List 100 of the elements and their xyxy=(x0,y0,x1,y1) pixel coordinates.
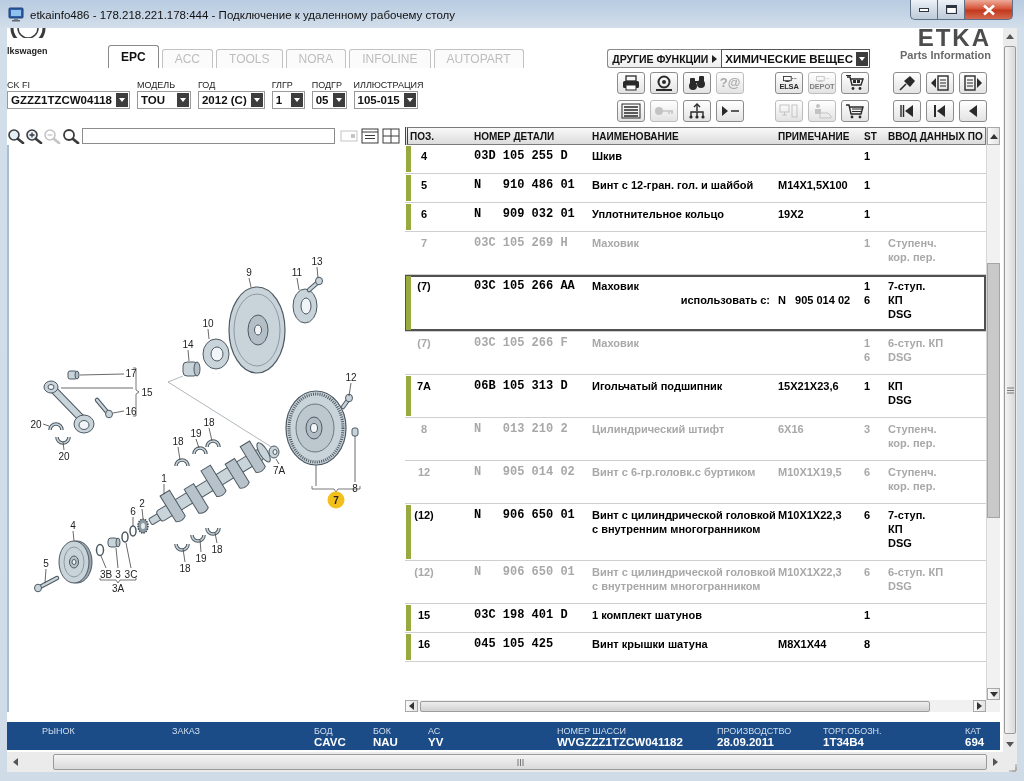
input-field[interactable] xyxy=(82,128,335,144)
toolbar-button[interactable] xyxy=(683,100,711,122)
table-row[interactable]: 6 N 909 032 01 Уплотнительное кольцо 19X2 1 xyxy=(405,203,986,232)
search-icon[interactable] xyxy=(62,128,80,144)
toolbar-button[interactable] xyxy=(716,100,744,122)
maximize-icon xyxy=(945,5,957,14)
window-icon[interactable] xyxy=(361,128,379,144)
callout-number[interactable]: 15 xyxy=(141,386,153,398)
model-code: Ступенч. xyxy=(888,422,938,436)
dropdown[interactable]: GZZZ1TZCW04118 xyxy=(7,91,130,109)
part-number: 03D 105 255 D xyxy=(474,149,569,163)
bushing xyxy=(107,537,121,548)
table-row[interactable]: (12) N 906 650 01 Винт с цилиндрической головкой с внутренним многогранником M10X1X22,3 6 7-ступ. КП DSG xyxy=(405,504,986,561)
dropdown[interactable]: TOU xyxy=(136,91,191,109)
scrollbar-thumb[interactable] xyxy=(53,754,987,770)
callout-number[interactable]: 7 xyxy=(327,491,345,509)
table-row[interactable]: 7A 06B 105 313 D Игольчатый подшипник 15X21X23,6 1 КП DSG xyxy=(405,375,986,418)
callout-number[interactable]: 6 xyxy=(130,505,136,517)
scrollbar-thumb[interactable] xyxy=(987,263,1000,518)
callout-number[interactable]: 12 xyxy=(345,371,357,383)
person-icon xyxy=(812,103,832,119)
callout-number[interactable]: 17 xyxy=(125,367,137,379)
toolbar-button[interactable] xyxy=(926,100,954,122)
toolbar-button[interactable] xyxy=(683,72,711,94)
dropdown[interactable]: 2012 (C) xyxy=(197,91,265,109)
callout-number[interactable]: 1 xyxy=(161,472,167,484)
part-name: Шкив xyxy=(592,149,624,163)
scrollbar-thumb[interactable] xyxy=(1004,46,1016,734)
callout-number[interactable]: 5 xyxy=(43,557,49,569)
callout-number[interactable]: 16 xyxy=(125,405,137,417)
row-marker-icon xyxy=(406,204,411,230)
table-row[interactable]: 5 N 910 486 01 Винт с 12-гран. гол. и шайбой M14X1,5X100 1 xyxy=(405,174,986,203)
toolbar-button[interactable] xyxy=(617,72,645,94)
scroll-down-button[interactable] xyxy=(987,688,1000,700)
table-row[interactable]: 15 03C 198 401 D 1 комплект шатунов 1 xyxy=(405,604,986,633)
callout-number[interactable]: 10 xyxy=(202,317,214,329)
leader-line xyxy=(141,508,144,519)
toolbar-button[interactable] xyxy=(650,72,678,94)
table-row[interactable]: 16 045 105 425 Винт крышки шатуна M8X1X44 8 xyxy=(405,633,986,662)
toolbar-button[interactable] xyxy=(617,100,645,122)
close-button[interactable] xyxy=(964,0,1013,20)
scroll-up-button[interactable] xyxy=(987,127,1000,145)
callout-number[interactable]: 14 xyxy=(182,338,194,350)
callout-number[interactable]: 11 xyxy=(291,266,303,278)
callout-number[interactable]: 7A xyxy=(272,464,286,476)
zoom-in-icon[interactable] xyxy=(25,128,43,144)
toolbar-button[interactable] xyxy=(893,72,921,94)
callout-number[interactable]: 20 xyxy=(58,450,70,462)
scroll-left-button[interactable] xyxy=(405,700,418,712)
magnifier-icon[interactable] xyxy=(7,128,25,144)
dropdown[interactable]: 1 xyxy=(271,91,305,109)
callout-number[interactable]: 4 xyxy=(70,519,76,531)
callout-number[interactable]: 9 xyxy=(246,266,252,278)
part-note: M8X1X44 xyxy=(778,637,828,651)
quantity: 1 xyxy=(864,336,872,350)
toolbar-button[interactable] xyxy=(959,72,987,94)
minimize-button[interactable] xyxy=(910,0,937,20)
leader-line xyxy=(248,277,252,288)
menu-button[interactable]: ДРУГИЕ ФУНКЦИИ xyxy=(607,49,722,68)
scrollbar[interactable] xyxy=(1003,28,1017,752)
field-label: ЗАКАЗ xyxy=(172,726,202,736)
toolbar-button[interactable] xyxy=(926,72,954,94)
callout-number[interactable]: 8 xyxy=(352,482,358,494)
toolbar-button[interactable] xyxy=(959,100,987,122)
callout-number[interactable]: 3C xyxy=(124,568,138,580)
position-number: 6 xyxy=(419,207,429,222)
close-icon xyxy=(981,3,996,16)
toolbar-button[interactable] xyxy=(841,72,869,94)
scrollbar[interactable] xyxy=(7,752,1003,772)
triangle-down-icon xyxy=(989,691,998,697)
dropdown[interactable]: ХИМИЧЕСКИЕ ВЕЩЕС xyxy=(721,49,870,68)
part-note: 6X16 xyxy=(778,422,805,436)
callout-number[interactable]: 19 xyxy=(190,427,202,439)
callout-number[interactable]: 13 xyxy=(311,255,323,267)
callout-number[interactable]: 2 xyxy=(139,497,145,509)
scroll-right-button[interactable] xyxy=(973,700,986,712)
grid-icon[interactable] xyxy=(382,128,400,144)
callout-number[interactable]: 18 xyxy=(211,543,223,555)
field-label: МОДЕЛЬ xyxy=(136,80,176,91)
maximize-button[interactable] xyxy=(937,0,964,20)
position-number: 4 xyxy=(419,149,429,164)
callout-number[interactable]: 18 xyxy=(179,562,191,574)
tab[interactable]: EPC xyxy=(108,45,159,68)
table-row[interactable]: 4 03D 105 255 D Шкив 1 xyxy=(405,145,986,174)
table-row[interactable]: (7) 03C 105 266 AA Маховик использовать с: N 905 014 02 1 6 7-ступ. КП DSG xyxy=(405,275,986,332)
dropdown[interactable]: 105-015 xyxy=(353,91,418,109)
callout-number[interactable]: 18 xyxy=(203,416,215,428)
scrollbar[interactable] xyxy=(986,127,1000,700)
toolbar-button[interactable] xyxy=(841,100,869,122)
callout-number[interactable]: 19 xyxy=(195,552,207,564)
toolbar-button[interactable] xyxy=(893,100,921,122)
callout-number[interactable]: 18 xyxy=(172,435,184,447)
callout-number[interactable]: 3 xyxy=(115,568,121,580)
dropdown[interactable]: 05 xyxy=(311,91,347,109)
callout-number[interactable]: 20 xyxy=(30,418,42,430)
bearing-shell xyxy=(205,439,221,448)
callout-number[interactable]: 3B xyxy=(99,568,113,580)
scrollbar-thumb[interactable] xyxy=(420,700,930,712)
callout-number[interactable]: 3A xyxy=(111,582,125,594)
seal-ring xyxy=(95,543,105,557)
